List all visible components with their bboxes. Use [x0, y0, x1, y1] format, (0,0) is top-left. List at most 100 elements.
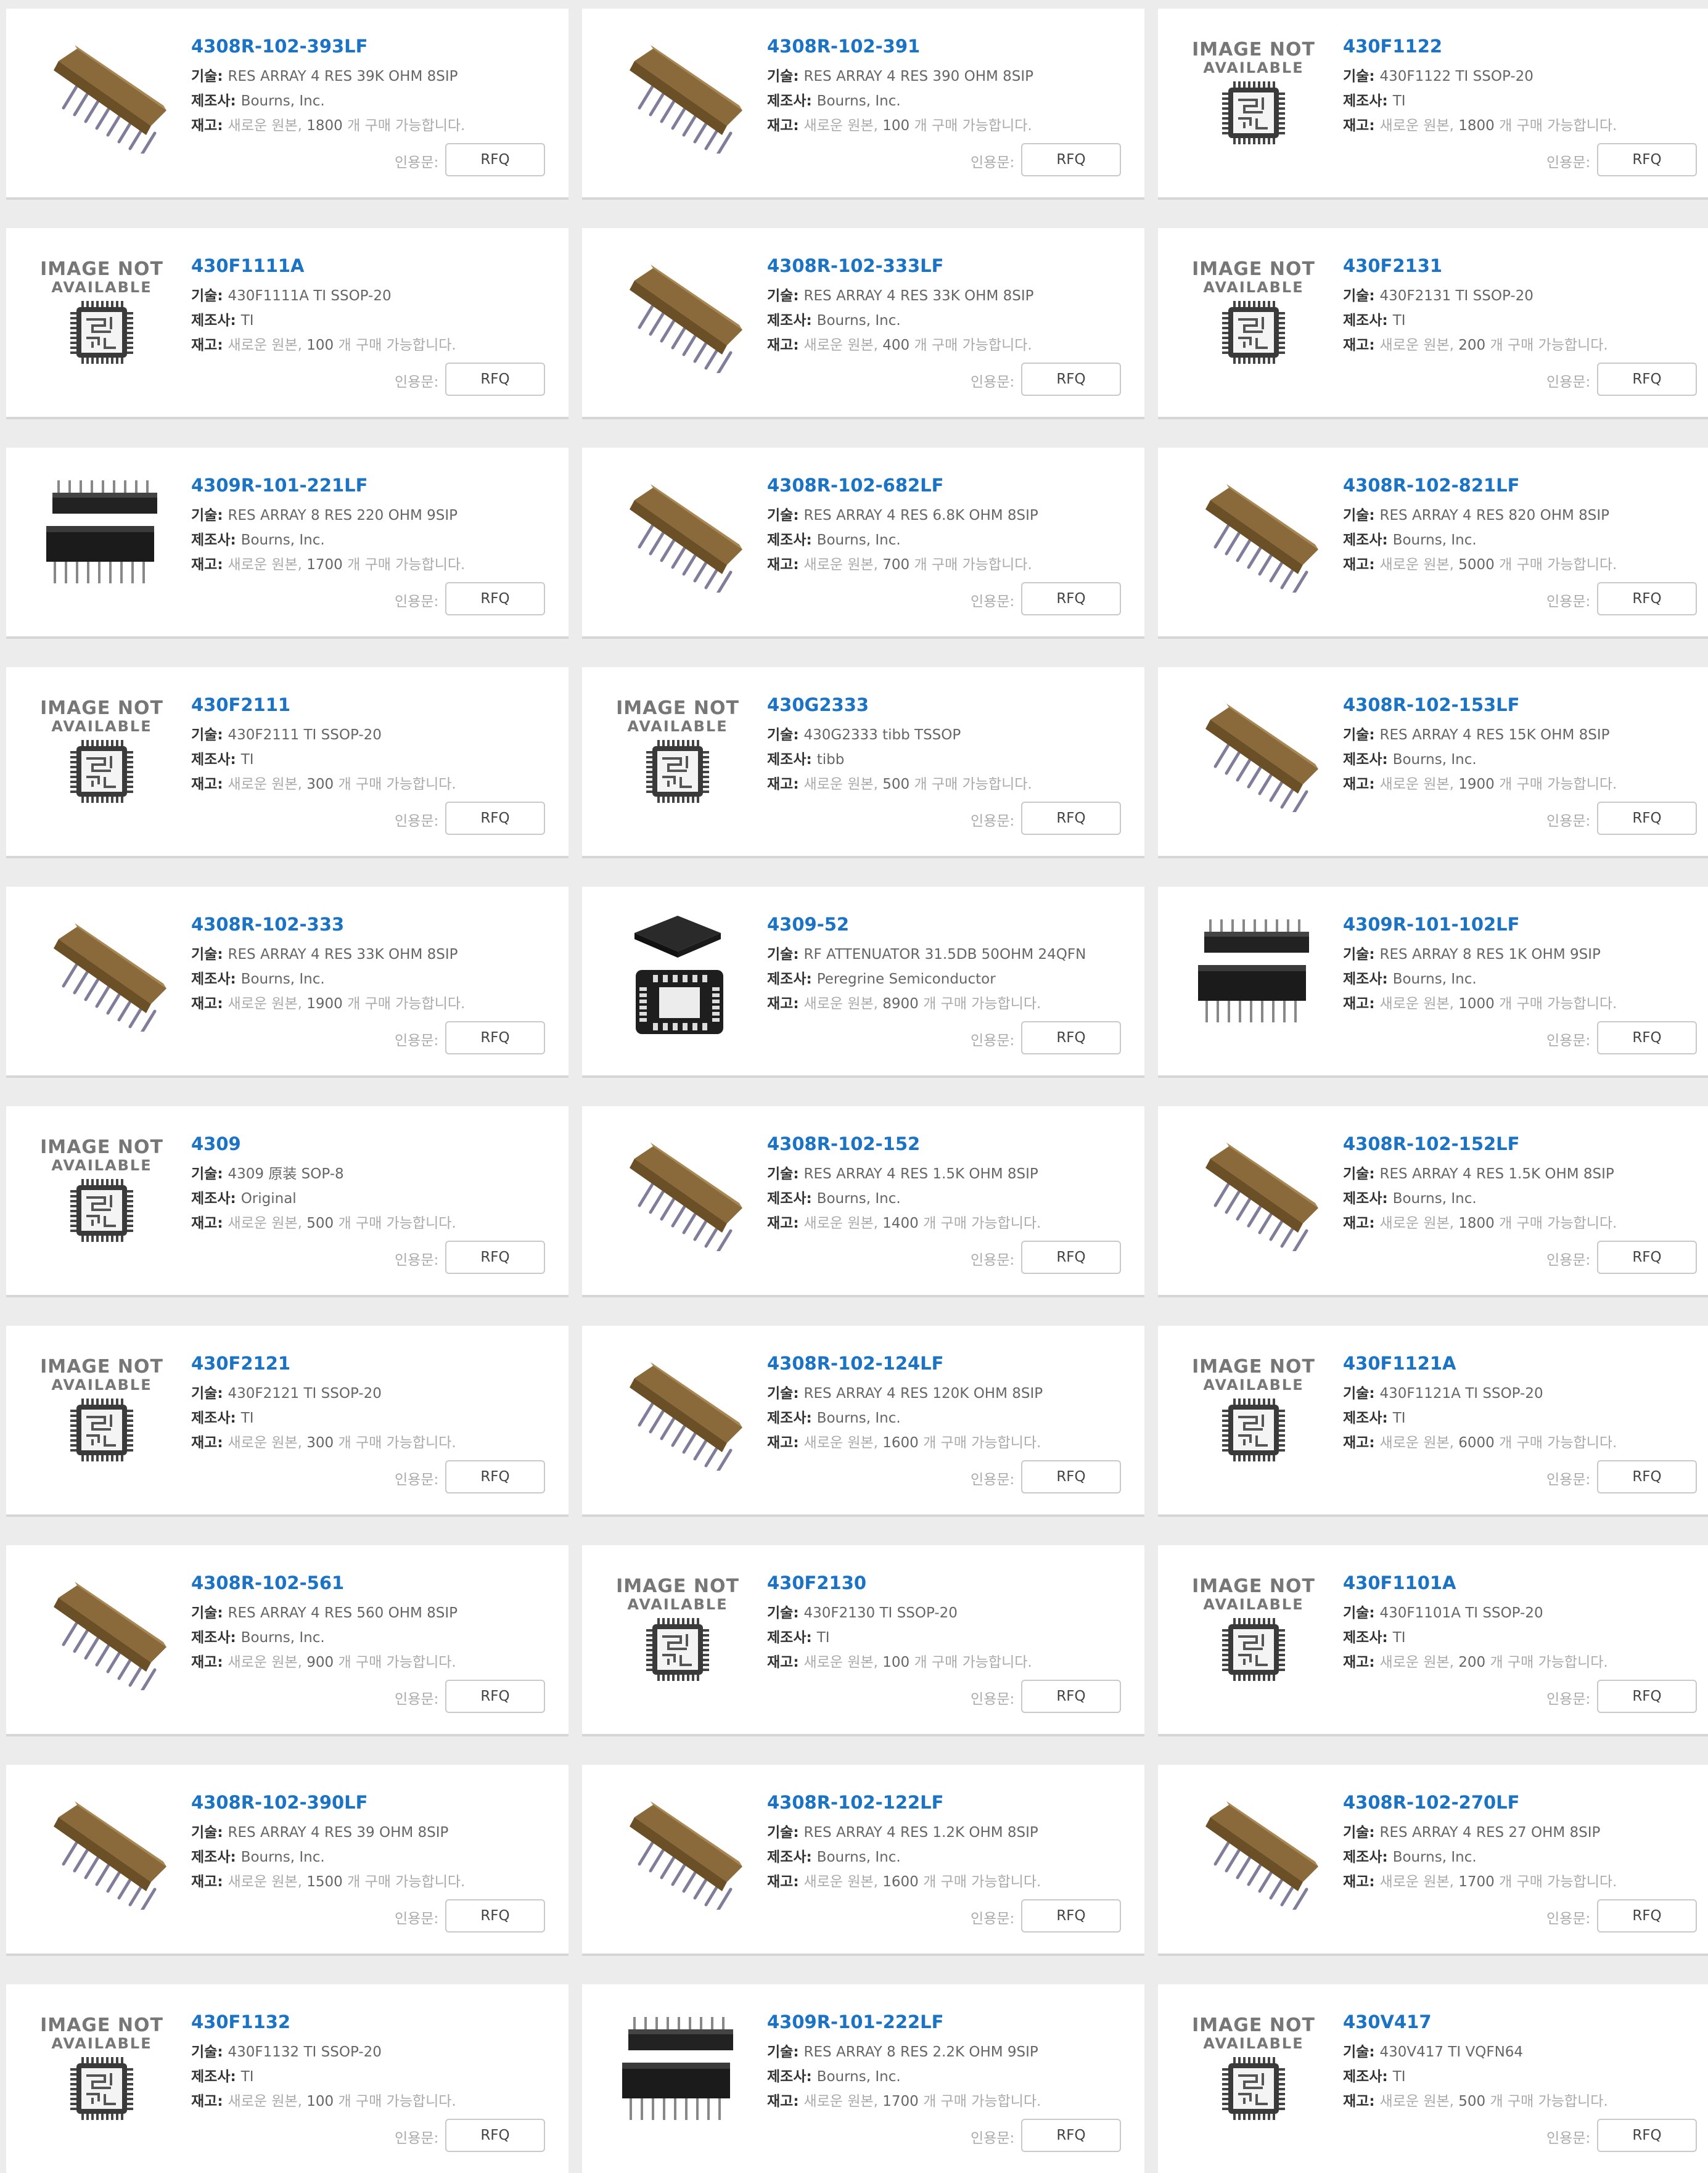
manufacturer-value: tibb: [816, 752, 845, 768]
rfq-button[interactable]: RFQ: [1597, 1680, 1697, 1713]
image-not-available-icon[interactable]: IMAGE NOT AVAILABLE: [25, 253, 179, 376]
rfq-button[interactable]: RFQ: [1021, 1460, 1121, 1493]
rfq-button[interactable]: RFQ: [1597, 363, 1697, 396]
image-not-available-icon[interactable]: IMAGE NOT AVAILABLE: [25, 2009, 179, 2132]
part-number-link[interactable]: 430G2333: [767, 694, 869, 715]
rfq-button[interactable]: RFQ: [1597, 1899, 1697, 1933]
part-number-link[interactable]: 4308R-102-122LF: [767, 1792, 943, 1813]
part-number-link[interactable]: 4309: [191, 1133, 241, 1154]
stock-suffix: 개 구매 가능합니다.: [1485, 2093, 1608, 2109]
rfq-button[interactable]: RFQ: [1597, 1460, 1697, 1493]
stock-prefix: 새로운 원본,: [1379, 2093, 1459, 2109]
sip-resistor-icon[interactable]: [25, 911, 179, 1035]
sip-resistor-icon[interactable]: [601, 33, 755, 157]
rfq-button[interactable]: RFQ: [1021, 143, 1121, 176]
part-number-link[interactable]: 4308R-102-333LF: [767, 255, 943, 276]
image-not-available-icon[interactable]: IMAGE NOT AVAILABLE: [1176, 1350, 1331, 1474]
black-sip-icon[interactable]: [25, 472, 179, 596]
black-sip-icon[interactable]: [1176, 911, 1331, 1035]
rfq-button[interactable]: RFQ: [1597, 802, 1697, 835]
rfq-button[interactable]: RFQ: [1021, 1241, 1121, 1274]
part-number-link[interactable]: 430V417: [1343, 2011, 1432, 2032]
part-number-link[interactable]: 4308R-102-333: [191, 914, 344, 935]
image-not-available-icon[interactable]: IMAGE NOT AVAILABLE: [601, 1570, 755, 1693]
rfq-button[interactable]: RFQ: [1021, 582, 1121, 615]
part-number-link[interactable]: 4309-52: [767, 914, 849, 935]
manufacturer-label: 제조사:: [1343, 1849, 1388, 1865]
manufacturer-value: Bourns, Inc.: [1392, 532, 1477, 548]
rfq-button[interactable]: RFQ: [1597, 1241, 1697, 1274]
qfn-chip-icon[interactable]: [601, 911, 755, 1035]
rfq-button[interactable]: RFQ: [1021, 802, 1121, 835]
part-number-link[interactable]: 4308R-102-682LF: [767, 475, 943, 496]
sip-resistor-icon[interactable]: [601, 1131, 755, 1254]
part-number-link[interactable]: 4308R-102-152: [767, 1133, 920, 1154]
sip-resistor-icon[interactable]: [601, 1350, 755, 1474]
rfq-button[interactable]: RFQ: [1021, 1021, 1121, 1054]
sip-resistor-icon[interactable]: [601, 1789, 755, 1913]
image-not-available-icon[interactable]: IMAGE NOT AVAILABLE: [1176, 2009, 1331, 2132]
part-number-link[interactable]: 4308R-102-391: [767, 36, 920, 57]
part-number-link[interactable]: 430F2130: [767, 1572, 866, 1593]
part-number-link[interactable]: 430F1111A: [191, 255, 305, 276]
rfq-button[interactable]: RFQ: [445, 1899, 545, 1933]
part-number-link[interactable]: 4308R-102-393LF: [191, 36, 367, 57]
image-not-available-text: IMAGE NOT: [1192, 258, 1315, 280]
part-number-link[interactable]: 430F1101A: [1343, 1572, 1456, 1593]
part-number-link[interactable]: 430F2131: [1343, 255, 1442, 276]
rfq-button[interactable]: RFQ: [1597, 1021, 1697, 1054]
rfq-button[interactable]: RFQ: [1021, 1680, 1121, 1713]
rfq-button[interactable]: RFQ: [1597, 2119, 1697, 2152]
sip-resistor-icon[interactable]: [601, 253, 755, 376]
rfq-button[interactable]: RFQ: [445, 582, 545, 615]
part-number-link[interactable]: 4308R-102-561: [191, 1572, 344, 1593]
part-number-link[interactable]: 4309R-101-102LF: [1343, 914, 1519, 935]
sip-resistor-icon[interactable]: [1176, 692, 1331, 815]
description-value: RES ARRAY 4 RES 15K OHM 8SIP: [1379, 727, 1610, 743]
rfq-button[interactable]: RFQ: [445, 363, 545, 396]
part-number-link[interactable]: 4308R-102-821LF: [1343, 475, 1519, 496]
image-not-available-icon[interactable]: IMAGE NOT AVAILABLE: [1176, 253, 1331, 376]
rfq-button[interactable]: RFQ: [445, 1460, 545, 1493]
black-sip-icon[interactable]: [601, 2009, 755, 2132]
sip-resistor-icon[interactable]: [25, 1570, 179, 1693]
rfq-button[interactable]: RFQ: [445, 1241, 545, 1274]
sip-resistor-icon[interactable]: [25, 1789, 179, 1913]
image-not-available-icon[interactable]: IMAGE NOT AVAILABLE: [1176, 33, 1331, 157]
sip-resistor-icon[interactable]: [1176, 1131, 1331, 1254]
sip-resistor-icon[interactable]: [601, 472, 755, 596]
sip-resistor-icon[interactable]: [1176, 1789, 1331, 1913]
rfq-button[interactable]: RFQ: [445, 2119, 545, 2152]
part-number-link[interactable]: 430F1121A: [1343, 1353, 1456, 1374]
sip-resistor-icon[interactable]: [1176, 472, 1331, 596]
part-number-link[interactable]: 4308R-102-152LF: [1343, 1133, 1519, 1154]
image-not-available-icon[interactable]: IMAGE NOT AVAILABLE: [25, 692, 179, 815]
part-number-link[interactable]: 430F1132: [191, 2011, 290, 2032]
part-number-link[interactable]: 4309R-101-222LF: [767, 2011, 943, 2032]
rfq-button[interactable]: RFQ: [445, 802, 545, 835]
image-not-available-icon[interactable]: IMAGE NOT AVAILABLE: [25, 1131, 179, 1254]
image-not-available-icon[interactable]: IMAGE NOT AVAILABLE: [25, 1350, 179, 1474]
part-number-link[interactable]: 430F1122: [1343, 36, 1442, 57]
rfq-button[interactable]: RFQ: [445, 1680, 545, 1713]
part-number-link[interactable]: 430F2121: [191, 1353, 290, 1374]
part-number-link[interactable]: 4308R-102-390LF: [191, 1792, 367, 1813]
manufacturer-value: Bourns, Inc.: [240, 1849, 325, 1865]
rfq-button[interactable]: RFQ: [1597, 582, 1697, 615]
manufacturer-label: 제조사:: [191, 93, 236, 109]
rfq-button[interactable]: RFQ: [1021, 363, 1121, 396]
rfq-button[interactable]: RFQ: [1597, 143, 1697, 176]
image-not-available-icon[interactable]: IMAGE NOT AVAILABLE: [601, 692, 755, 815]
part-number-link[interactable]: 4308R-102-153LF: [1343, 694, 1519, 715]
part-number-link[interactable]: 430F2111: [191, 694, 290, 715]
part-number-link[interactable]: 4308R-102-124LF: [767, 1353, 943, 1374]
rfq-button[interactable]: RFQ: [445, 143, 545, 176]
part-number-link[interactable]: 4309R-101-221LF: [191, 475, 367, 496]
rfq-button[interactable]: RFQ: [445, 1021, 545, 1054]
sip-resistor-icon[interactable]: [25, 33, 179, 157]
rfq-button[interactable]: RFQ: [1021, 1899, 1121, 1933]
description-label: 기술:: [1343, 727, 1375, 743]
part-number-link[interactable]: 4308R-102-270LF: [1343, 1792, 1519, 1813]
rfq-button[interactable]: RFQ: [1021, 2119, 1121, 2152]
image-not-available-icon[interactable]: IMAGE NOT AVAILABLE: [1176, 1570, 1331, 1693]
